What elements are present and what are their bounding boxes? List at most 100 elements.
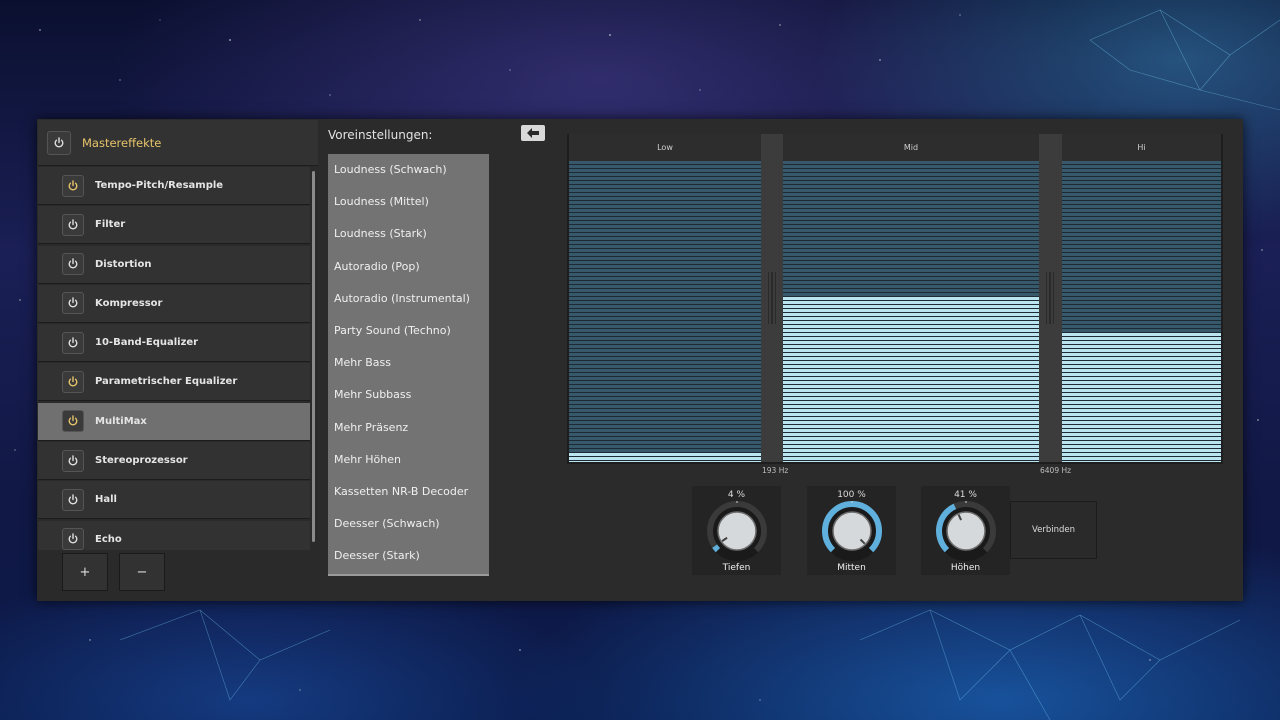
preset-item[interactable]: Kassetten NR-B Decoder bbox=[328, 476, 489, 508]
effect-power-button[interactable] bbox=[62, 488, 84, 511]
effect-power-button[interactable] bbox=[62, 410, 84, 433]
band-meter-segment bbox=[1062, 417, 1221, 420]
band-meter-segment bbox=[783, 277, 1039, 280]
band-meter-segment bbox=[783, 165, 1039, 168]
preset-item[interactable]: Mehr Höhen bbox=[328, 444, 489, 476]
band-meter-segment bbox=[569, 449, 761, 452]
knob-dial[interactable] bbox=[821, 500, 883, 562]
knob-dial[interactable] bbox=[706, 500, 768, 562]
effect-row[interactable]: Distortion bbox=[38, 245, 310, 284]
power-icon bbox=[68, 454, 78, 466]
presets-scrollbar[interactable] bbox=[328, 574, 489, 576]
effect-row[interactable]: Filter bbox=[38, 206, 310, 245]
effect-row[interactable]: Kompressor bbox=[38, 284, 310, 323]
effect-power-button[interactable] bbox=[62, 292, 84, 315]
band-meter-segment bbox=[1062, 377, 1221, 380]
band-meter-segment bbox=[1062, 357, 1221, 360]
band-meter-segment bbox=[569, 393, 761, 396]
effect-power-button[interactable] bbox=[62, 528, 84, 550]
band-meter-segment bbox=[783, 281, 1039, 284]
band-meter-segment bbox=[783, 361, 1039, 364]
knob-dial[interactable] bbox=[935, 500, 997, 562]
band-meter-segment bbox=[569, 433, 761, 436]
effect-power-button[interactable] bbox=[62, 174, 84, 197]
band-meter-segment bbox=[783, 185, 1039, 188]
effect-label: Distortion bbox=[95, 258, 152, 270]
preset-item[interactable]: Loudness (Schwach) bbox=[328, 154, 489, 186]
preset-item[interactable]: Mehr Subbass bbox=[328, 379, 489, 411]
effect-row[interactable]: Tempo-Pitch/Resample bbox=[38, 167, 310, 205]
effect-power-button[interactable] bbox=[62, 449, 84, 472]
band-mid[interactable]: Mid bbox=[783, 134, 1039, 464]
preset-item[interactable]: Party Sound (Techno) bbox=[328, 315, 489, 347]
preset-item[interactable]: Deesser (Stark) bbox=[328, 540, 489, 572]
band-meter-segment bbox=[783, 169, 1039, 172]
preset-item[interactable]: Autoradio (Pop) bbox=[328, 251, 489, 283]
band-meter-segment bbox=[783, 433, 1039, 436]
effects-scrollbar[interactable] bbox=[312, 171, 315, 542]
crossover-hi-frequency: 6409 Hz bbox=[1040, 466, 1072, 475]
effect-row[interactable]: Hall bbox=[38, 481, 310, 520]
multiband-display: Low Mid Hi bbox=[567, 134, 1223, 464]
add-effect-button[interactable]: + bbox=[62, 553, 108, 591]
remove-effect-button[interactable]: − bbox=[119, 553, 165, 591]
band-meter-segment bbox=[569, 369, 761, 372]
band-meter-segment bbox=[569, 293, 761, 296]
band-meter-segment bbox=[783, 173, 1039, 176]
band-meter-segment bbox=[569, 285, 761, 288]
band-meter-segment bbox=[569, 265, 761, 268]
band-meter-segment bbox=[1062, 305, 1221, 308]
band-meter-segment bbox=[783, 329, 1039, 332]
band-meter-segment bbox=[783, 409, 1039, 412]
power-icon bbox=[68, 297, 78, 308]
effect-row[interactable]: Echo bbox=[38, 520, 310, 550]
knob-tiefen[interactable]: 4 % Tiefen bbox=[692, 486, 781, 575]
effect-power-button[interactable] bbox=[62, 213, 84, 236]
effect-row[interactable]: 10-Band-Equalizer bbox=[38, 324, 310, 363]
band-meter-segment bbox=[569, 361, 761, 364]
band-low-meter bbox=[569, 161, 761, 464]
band-meter-segment bbox=[783, 389, 1039, 392]
knob-mitten[interactable]: 100 % Mitten bbox=[807, 486, 896, 575]
band-meter-segment bbox=[569, 189, 761, 192]
preset-item[interactable]: Mehr Präsenz bbox=[328, 412, 489, 444]
band-meter-segment bbox=[783, 225, 1039, 228]
band-meter-segment bbox=[569, 421, 761, 424]
band-meter-segment bbox=[783, 405, 1039, 408]
knob-hoehen[interactable]: 41 % Höhen bbox=[921, 486, 1010, 575]
presets-list: Loudness (Schwach) Loudness (Mittel) Loudn… bbox=[328, 154, 489, 574]
band-meter-segment bbox=[569, 357, 761, 360]
preset-item[interactable]: Autoradio (Instrumental) bbox=[328, 283, 489, 315]
band-label: Mid bbox=[783, 134, 1039, 161]
preset-item[interactable]: Loudness (Mittel) bbox=[328, 186, 489, 218]
crossover-mid-hi-handle[interactable] bbox=[1039, 134, 1062, 462]
effect-label: Tempo-Pitch/Resample bbox=[95, 180, 224, 191]
effect-power-button[interactable] bbox=[62, 331, 84, 354]
band-meter-segment bbox=[1062, 349, 1221, 352]
preset-item[interactable]: Deesser (Schwach) bbox=[328, 508, 489, 540]
band-meter-segment bbox=[569, 401, 761, 404]
band-meter-segment bbox=[783, 425, 1039, 428]
crossover-low-mid-handle[interactable] bbox=[761, 134, 783, 462]
preset-item[interactable]: Loudness (Stark) bbox=[328, 218, 489, 250]
band-meter-segment bbox=[1062, 201, 1221, 204]
band-meter-segment bbox=[783, 365, 1039, 368]
effect-row[interactable]: MultiMax bbox=[38, 402, 310, 441]
band-meter-segment bbox=[1062, 273, 1221, 276]
master-power-button[interactable] bbox=[47, 130, 71, 155]
band-meter-segment bbox=[1062, 397, 1221, 400]
band-meter-segment bbox=[783, 285, 1039, 288]
band-meter-segment bbox=[569, 185, 761, 188]
band-low[interactable]: Low bbox=[569, 134, 761, 464]
band-meter-segment bbox=[1062, 369, 1221, 372]
effect-row[interactable]: Parametrischer Equalizer bbox=[38, 363, 310, 402]
preset-item[interactable]: Mehr Bass bbox=[328, 347, 489, 379]
effect-row[interactable]: Stereoprozessor bbox=[38, 442, 310, 481]
band-meter-segment bbox=[1062, 393, 1221, 396]
connect-button[interactable]: Verbinden bbox=[1010, 501, 1097, 559]
effect-power-button[interactable] bbox=[62, 370, 84, 393]
band-hi[interactable]: Hi bbox=[1062, 134, 1221, 464]
back-button[interactable] bbox=[521, 125, 545, 141]
presets-title: Voreinstellungen: bbox=[328, 128, 433, 142]
effect-power-button[interactable] bbox=[62, 253, 84, 276]
